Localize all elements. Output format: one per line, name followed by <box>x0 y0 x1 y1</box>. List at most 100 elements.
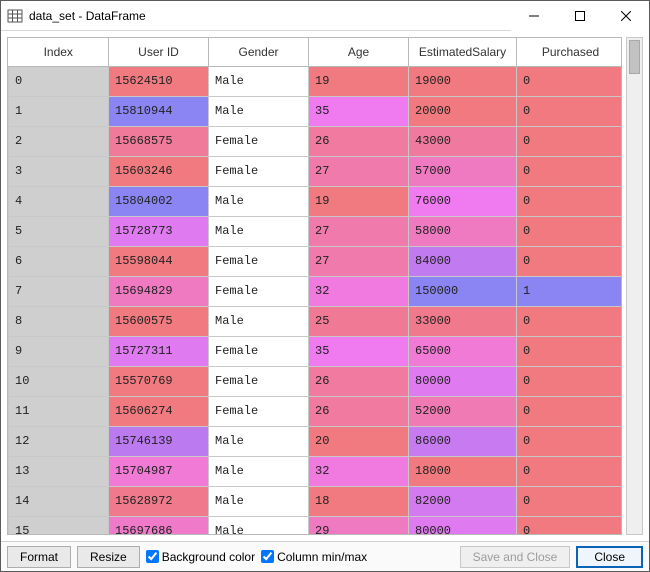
resize-button[interactable]: Resize <box>77 546 140 568</box>
gender-cell[interactable]: Male <box>209 426 309 456</box>
salary-cell[interactable]: 58000 <box>409 216 517 246</box>
gender-cell[interactable]: Female <box>209 336 309 366</box>
salary-cell[interactable]: 33000 <box>409 306 517 336</box>
gender-cell[interactable]: Female <box>209 126 309 156</box>
purchased-cell[interactable]: 0 <box>517 336 623 366</box>
table-row[interactable]: 515728773Male27580000 <box>9 216 623 246</box>
age-cell[interactable]: 29 <box>309 516 409 535</box>
purchased-cell[interactable]: 0 <box>517 156 623 186</box>
column-minmax-checkbox-input[interactable] <box>261 550 274 563</box>
table-row[interactable]: 1115606274Female26520000 <box>9 396 623 426</box>
userid-cell[interactable]: 15704987 <box>109 456 209 486</box>
purchased-cell[interactable]: 0 <box>517 486 623 516</box>
userid-cell[interactable]: 15624510 <box>109 66 209 96</box>
index-cell[interactable]: 9 <box>9 336 109 366</box>
age-cell[interactable]: 27 <box>309 216 409 246</box>
age-cell[interactable]: 32 <box>309 276 409 306</box>
index-cell[interactable]: 13 <box>9 456 109 486</box>
userid-cell[interactable]: 15697686 <box>109 516 209 535</box>
close-button[interactable] <box>603 1 649 31</box>
index-cell[interactable]: 1 <box>9 96 109 126</box>
age-cell[interactable]: 20 <box>309 426 409 456</box>
salary-cell[interactable]: 57000 <box>409 156 517 186</box>
salary-cell[interactable]: 80000 <box>409 366 517 396</box>
gender-cell[interactable]: Female <box>209 366 309 396</box>
column-header[interactable]: Index <box>9 38 109 66</box>
age-cell[interactable]: 19 <box>309 66 409 96</box>
purchased-cell[interactable]: 0 <box>517 516 623 535</box>
table-row[interactable]: 1315704987Male32180000 <box>9 456 623 486</box>
gender-cell[interactable]: Male <box>209 66 309 96</box>
vertical-scrollbar[interactable] <box>626 37 643 535</box>
userid-cell[interactable]: 15804002 <box>109 186 209 216</box>
column-header[interactable]: Purchased <box>517 38 623 66</box>
index-cell[interactable]: 0 <box>9 66 109 96</box>
salary-cell[interactable]: 86000 <box>409 426 517 456</box>
gender-cell[interactable]: Male <box>209 96 309 126</box>
column-header[interactable]: EstimatedSalary <box>409 38 517 66</box>
gender-cell[interactable]: Male <box>209 306 309 336</box>
gender-cell[interactable]: Male <box>209 516 309 535</box>
gender-cell[interactable]: Male <box>209 486 309 516</box>
userid-cell[interactable]: 15728773 <box>109 216 209 246</box>
userid-cell[interactable]: 15628972 <box>109 486 209 516</box>
table-row[interactable]: 615598044Female27840000 <box>9 246 623 276</box>
gender-cell[interactable]: Female <box>209 156 309 186</box>
column-header[interactable]: Age <box>309 38 409 66</box>
gender-cell[interactable]: Male <box>209 456 309 486</box>
purchased-cell[interactable]: 0 <box>517 96 623 126</box>
salary-cell[interactable]: 43000 <box>409 126 517 156</box>
index-cell[interactable]: 4 <box>9 186 109 216</box>
purchased-cell[interactable]: 1 <box>517 276 623 306</box>
age-cell[interactable]: 25 <box>309 306 409 336</box>
table-row[interactable]: 815600575Male25330000 <box>9 306 623 336</box>
index-cell[interactable]: 5 <box>9 216 109 246</box>
salary-cell[interactable]: 65000 <box>409 336 517 366</box>
age-cell[interactable]: 26 <box>309 126 409 156</box>
table-row[interactable]: 1415628972Male18820000 <box>9 486 623 516</box>
column-minmax-checkbox[interactable]: Column min/max <box>261 550 367 564</box>
salary-cell[interactable]: 82000 <box>409 486 517 516</box>
userid-cell[interactable]: 15668575 <box>109 126 209 156</box>
purchased-cell[interactable]: 0 <box>517 246 623 276</box>
age-cell[interactable]: 19 <box>309 186 409 216</box>
table-row[interactable]: 015624510Male19190000 <box>9 66 623 96</box>
close-bottom-button[interactable]: Close <box>576 546 643 568</box>
background-color-checkbox[interactable]: Background color <box>146 550 255 564</box>
index-cell[interactable]: 3 <box>9 156 109 186</box>
scrollbar-thumb[interactable] <box>629 40 640 74</box>
gender-cell[interactable]: Female <box>209 396 309 426</box>
userid-cell[interactable]: 15603246 <box>109 156 209 186</box>
gender-cell[interactable]: Male <box>209 216 309 246</box>
salary-cell[interactable]: 18000 <box>409 456 517 486</box>
index-cell[interactable]: 12 <box>9 426 109 456</box>
userid-cell[interactable]: 15600575 <box>109 306 209 336</box>
index-cell[interactable]: 10 <box>9 366 109 396</box>
userid-cell[interactable]: 15598044 <box>109 246 209 276</box>
index-cell[interactable]: 11 <box>9 396 109 426</box>
table-row[interactable]: 415804002Male19760000 <box>9 186 623 216</box>
userid-cell[interactable]: 15694829 <box>109 276 209 306</box>
age-cell[interactable]: 26 <box>309 366 409 396</box>
userid-cell[interactable]: 15810944 <box>109 96 209 126</box>
minimize-button[interactable] <box>511 1 557 31</box>
purchased-cell[interactable]: 0 <box>517 306 623 336</box>
age-cell[interactable]: 35 <box>309 336 409 366</box>
column-header[interactable]: Gender <box>209 38 309 66</box>
index-cell[interactable]: 15 <box>9 516 109 535</box>
salary-cell[interactable]: 84000 <box>409 246 517 276</box>
purchased-cell[interactable]: 0 <box>517 426 623 456</box>
gender-cell[interactable]: Female <box>209 246 309 276</box>
index-cell[interactable]: 7 <box>9 276 109 306</box>
salary-cell[interactable]: 20000 <box>409 96 517 126</box>
age-cell[interactable]: 18 <box>309 486 409 516</box>
salary-cell[interactable]: 52000 <box>409 396 517 426</box>
age-cell[interactable]: 35 <box>309 96 409 126</box>
purchased-cell[interactable]: 0 <box>517 126 623 156</box>
index-cell[interactable]: 8 <box>9 306 109 336</box>
table-row[interactable]: 1515697686Male29800000 <box>9 516 623 535</box>
userid-cell[interactable]: 15606274 <box>109 396 209 426</box>
table-row[interactable]: 1015570769Female26800000 <box>9 366 623 396</box>
table-row[interactable]: 115810944Male35200000 <box>9 96 623 126</box>
background-color-checkbox-input[interactable] <box>146 550 159 563</box>
